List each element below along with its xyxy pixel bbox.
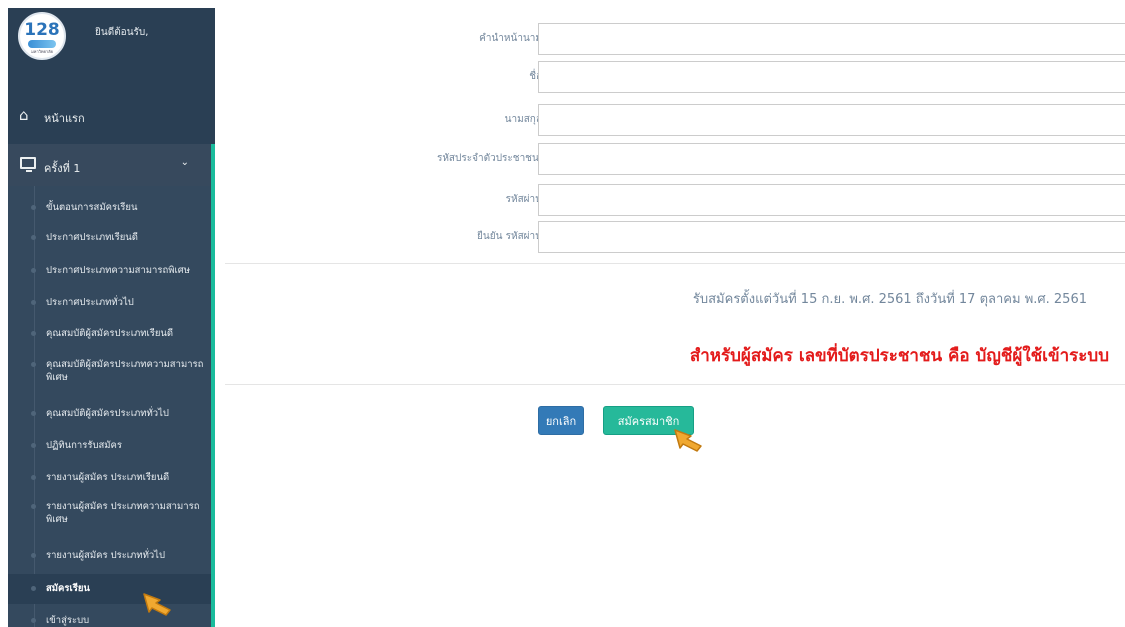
sidebar-item-home[interactable]: ⌂ หน้าแรก [8, 100, 215, 130]
sidebar-item-round-1[interactable]: ครั้งที่ 1 ⌄ [8, 144, 215, 186]
field-label: คำนำหน้านาม* [479, 33, 547, 44]
confirm-password-input[interactable] [538, 221, 1125, 253]
logo-wave [28, 40, 56, 48]
sidebar-submenu: ขั้นตอนการสมัครเรียน ประกาศประเภทเรียนดี… [8, 186, 215, 627]
national-id-input[interactable] [538, 143, 1125, 175]
prefix-input[interactable] [538, 23, 1125, 55]
field-row-password: รหัสผ่าน* [215, 184, 1125, 216]
field-row-confirm-password: ยืนยัน รหัสผ่าน* [215, 221, 1125, 253]
app-frame: 128 มหาวิทยาลัย ยินดีต้อนรับ, ⌂ หน้าแรก … [0, 0, 1125, 627]
sidebar-item-announce-good-grades[interactable]: ประกาศประเภทเรียนดี [31, 231, 208, 244]
welcome-text: ยินดีต้อนรับ, [95, 27, 149, 38]
field-label: ยืนยัน รหัสผ่าน* [477, 231, 547, 242]
sidebar-item-apply[interactable]: สมัครเรียน [31, 582, 208, 595]
sidebar-item-report-special[interactable]: รายงานผู้สมัคร ประเภทความสามารถพิเศษ [31, 500, 208, 526]
hand-cursor-icon [674, 429, 702, 452]
chevron-down-icon: ⌄ [180, 157, 189, 168]
sidebar-item-qualification-special[interactable]: คุณสมบัติผู้สมัครประเภทความสามารถพิเศษ [31, 358, 208, 384]
sidebar-item-report-good-grades[interactable]: รายงานผู้สมัคร ประเภทเรียนดี [31, 471, 208, 484]
hand-cursor-icon [143, 593, 171, 616]
lastname-input[interactable] [538, 104, 1125, 136]
sidebar-item-calendar[interactable]: ปฏิทินการรับสมัคร [31, 439, 208, 452]
sidebar-item-login[interactable]: เข้าสู่ระบบ [31, 614, 208, 627]
field-row-national-id: รหัสประจำตัวประชาชน * [215, 143, 1125, 175]
firstname-input[interactable] [538, 61, 1125, 93]
field-row-prefix: คำนำหน้านาม* [215, 23, 1125, 55]
home-icon: ⌂ [19, 106, 29, 124]
sidebar: 128 มหาวิทยาลัย ยินดีต้อนรับ, ⌂ หน้าแรก … [8, 8, 215, 627]
sidebar-item-report-general[interactable]: รายงานผู้สมัคร ประเภททั่วไป [31, 549, 208, 562]
main-content: คำนำหน้านาม* ชื่อ* นามสกุล* รหัสประจำตัว… [215, 8, 1125, 627]
logo-number: 128 [24, 20, 60, 40]
sidebar-item-qualification-general[interactable]: คุณสมบัติผู้สมัครประเภททั่วไป [31, 407, 208, 420]
profile-section: 128 มหาวิทยาลัย ยินดีต้อนรับ, [8, 8, 215, 85]
sidebar-item-label: ครั้งที่ 1 [44, 162, 81, 175]
divider [225, 263, 1125, 264]
logo-subtitle: มหาวิทยาลัย [31, 49, 53, 54]
divider [225, 384, 1125, 385]
sidebar-item-announce-special[interactable]: ประกาศประเภทความสามารถพิเศษ [31, 264, 208, 277]
sidebar-item-label: หน้าแรก [44, 112, 85, 125]
registration-period-text: รับสมัครตั้งแต่วันที่ 15 ก.ย. พ.ศ. 2561 … [692, 292, 1087, 307]
avatar: 128 มหาวิทยาลัย [18, 12, 66, 60]
password-input[interactable] [538, 184, 1125, 216]
sidebar-item-procedure[interactable]: ขั้นตอนการสมัครเรียน [31, 201, 208, 214]
sidebar-item-announce-general[interactable]: ประกาศประเภททั่วไป [31, 296, 208, 309]
sidebar-item-qualification-good-grades[interactable]: คุณสมบัติผู้สมัครประเภทเรียนดี [31, 327, 208, 340]
monitor-icon [20, 157, 36, 172]
notice-text: สำหรับผู้สมัคร เลขที่บัตรประชาชน คือ บัญ… [689, 346, 1109, 366]
cancel-button[interactable]: ยกเลิก [538, 406, 584, 435]
submenu-line [34, 186, 35, 627]
field-row-lastname: นามสกุล* [215, 104, 1125, 136]
field-label: รหัสประจำตัวประชาชน * [436, 153, 547, 164]
field-row-firstname: ชื่อ* [215, 61, 1125, 93]
